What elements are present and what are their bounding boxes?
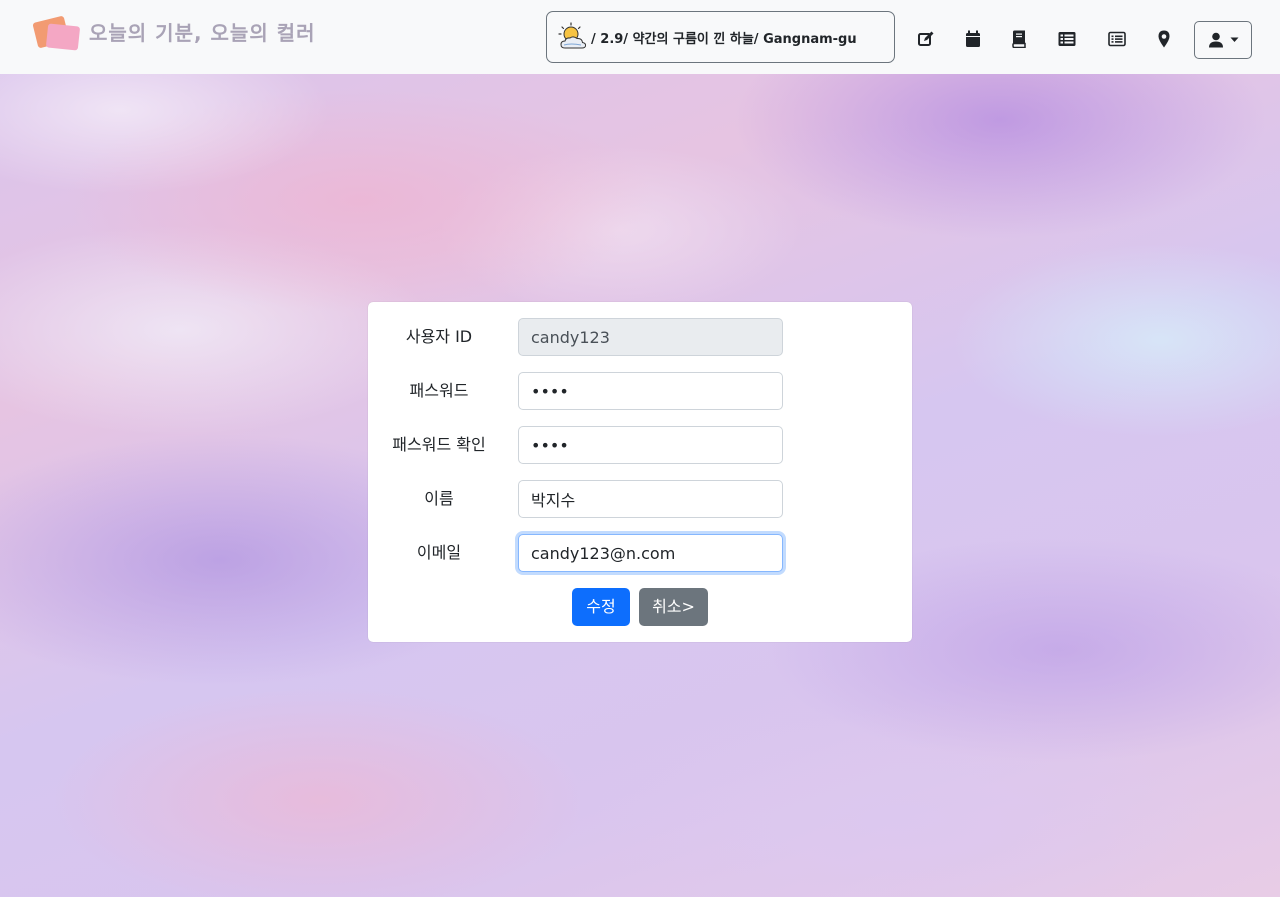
user-id-label: 사용자 ID [405, 327, 473, 346]
submit-button[interactable]: 수정 [572, 588, 630, 626]
email-input[interactable] [518, 534, 783, 572]
password-confirm-label: 패스워드 확인 [392, 435, 486, 454]
name-label: 이름 [424, 489, 454, 508]
brand-link[interactable]: 오늘의 기분, 오늘의 컬러 [32, 14, 316, 54]
cancel-button[interactable]: 취소> [639, 588, 708, 626]
password-row: 패스워드 [368, 372, 912, 410]
name-input[interactable] [518, 480, 783, 518]
navbar: 오늘의 기분, 오늘의 컬러 / 2.9/ 약간의 구름이 낀 하늘/ Gang… [0, 0, 1280, 74]
location-pin-icon[interactable] [1155, 30, 1173, 48]
partly-cloudy-icon [558, 22, 587, 49]
email-label: 이메일 [416, 543, 462, 562]
password-confirm-row: 패스워드 확인 [368, 426, 912, 464]
name-row: 이름 [368, 480, 912, 518]
email-row: 이메일 [368, 534, 912, 572]
caret-down-icon [1230, 37, 1238, 42]
user-menu-button[interactable] [1194, 21, 1252, 59]
password-label: 패스워드 [409, 381, 469, 400]
books-logo-icon [32, 15, 83, 53]
list-alt-icon[interactable] [1108, 30, 1126, 48]
user-icon [1208, 32, 1223, 48]
brand-title: 오늘의 기분, 오늘의 컬러 [89, 20, 316, 45]
weather-widget[interactable]: / 2.9/ 약간의 구름이 낀 하늘/ Gangnam-gu [546, 11, 895, 63]
book-icon[interactable] [1010, 30, 1028, 48]
calendar-icon[interactable] [964, 30, 982, 48]
edit-icon[interactable] [917, 30, 935, 48]
weather-text: / 2.9/ 약간의 구름이 낀 하늘/ Gangnam-gu [591, 31, 857, 47]
list-icon[interactable] [1058, 30, 1076, 48]
password-input[interactable] [518, 372, 783, 410]
user-edit-form: 사용자 ID 패스워드 패스워드 확인 이름 이메일 수정 취소> [368, 302, 912, 642]
user-id-input[interactable] [518, 318, 783, 356]
password-confirm-input[interactable] [518, 426, 783, 464]
user-id-row: 사용자 ID [368, 318, 912, 356]
